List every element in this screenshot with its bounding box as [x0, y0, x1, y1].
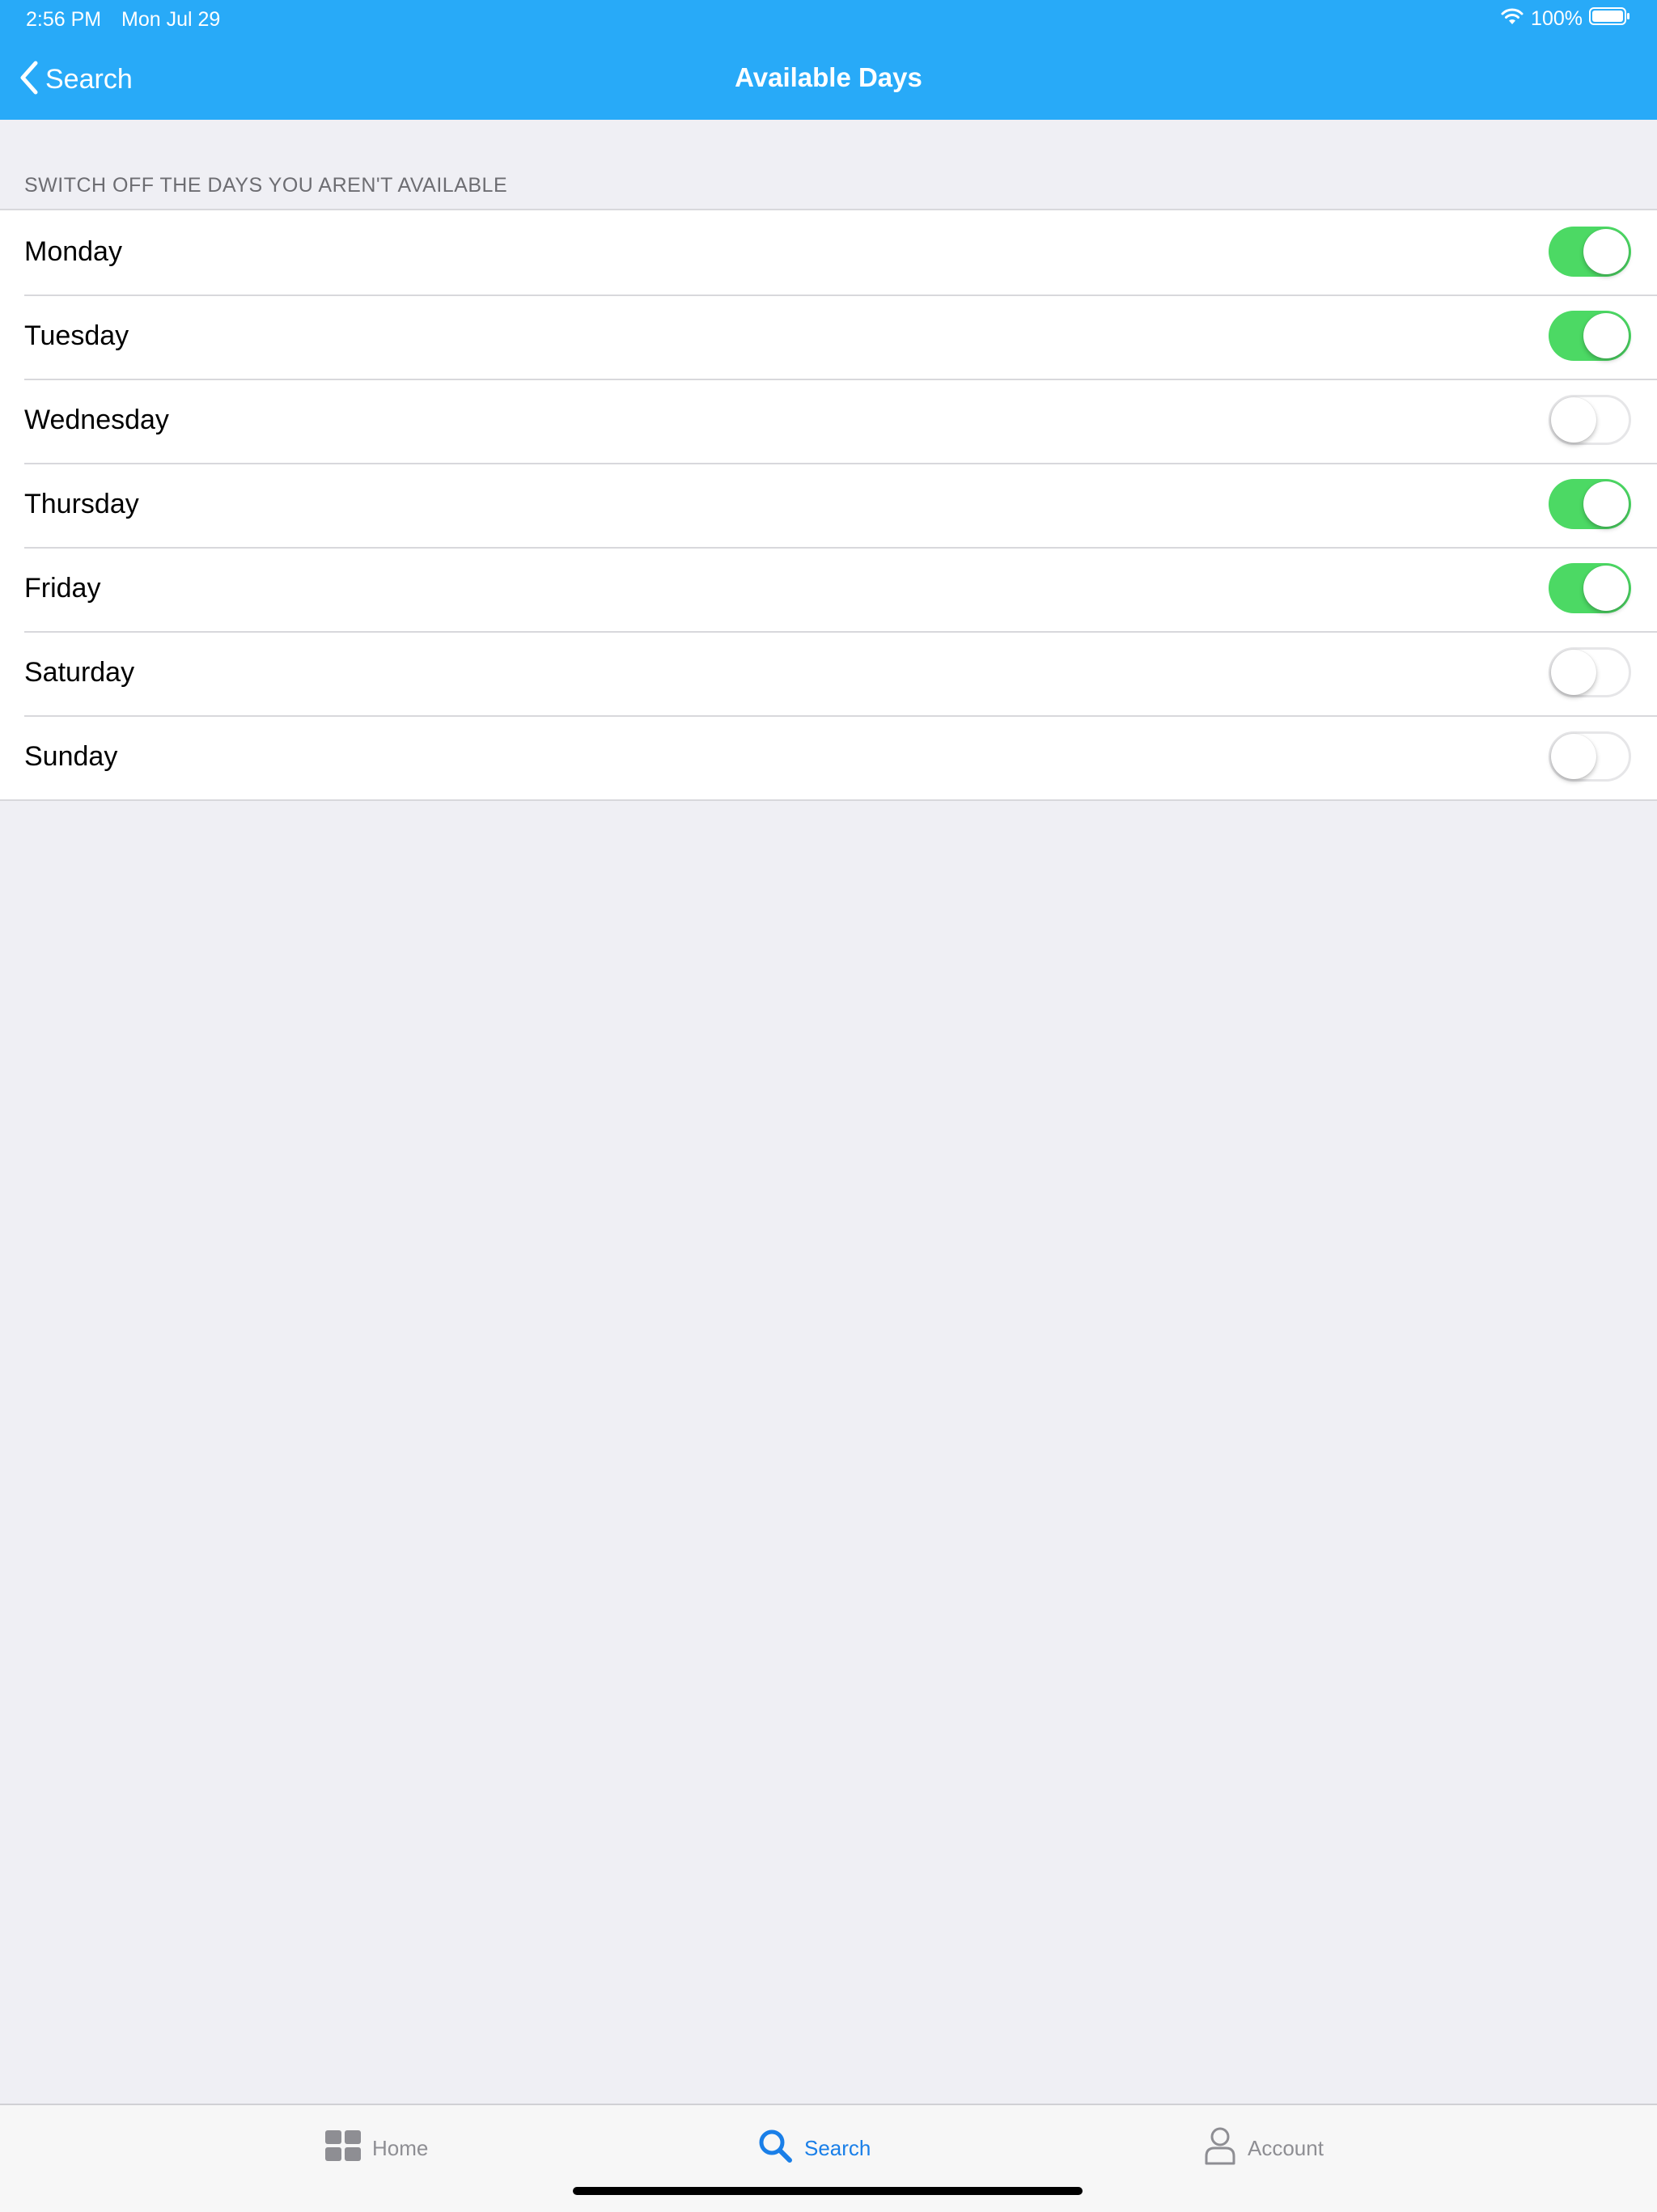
list-item-saturday: Saturday — [0, 631, 1657, 715]
day-label: Sunday — [24, 741, 118, 772]
day-label: Tuesday — [24, 320, 129, 351]
tab-home[interactable]: Home — [325, 2128, 428, 2168]
tab-search[interactable]: Search — [757, 2128, 871, 2168]
sunday-toggle[interactable] — [1549, 731, 1631, 782]
list-item-monday: Monday — [0, 210, 1657, 295]
wifi-icon — [1500, 6, 1524, 32]
tab-home-label: Home — [372, 2135, 429, 2160]
toggle-knob — [1551, 734, 1596, 779]
status-time: 2:56 PM — [26, 8, 102, 31]
battery-icon — [1589, 6, 1631, 32]
battery-percent: 100% — [1531, 7, 1583, 30]
list-item-tuesday: Tuesday — [0, 295, 1657, 379]
day-label: Monday — [24, 236, 122, 267]
toggle-knob — [1551, 650, 1596, 695]
section-header: SWITCH OFF THE DAYS YOU AREN'T AVAILABLE — [24, 174, 508, 197]
tab-account[interactable]: Account — [1204, 2126, 1324, 2171]
day-label: Thursday — [24, 489, 139, 519]
search-icon — [757, 2128, 793, 2169]
day-label: Friday — [24, 573, 101, 604]
tab-search-label: Search — [804, 2135, 871, 2160]
toggle-knob — [1551, 397, 1596, 443]
navigation-bar: Search Available Days — [0, 40, 1657, 120]
list-item-wednesday: Wednesday — [0, 379, 1657, 463]
status-indicators: 100% — [1500, 6, 1631, 32]
day-label: Wednesday — [24, 405, 169, 435]
days-list: Monday Tuesday Wednesday Thursday Friday… — [0, 209, 1657, 801]
page-title: Available Days — [735, 62, 922, 92]
person-icon — [1204, 2126, 1236, 2171]
tab-bar: Home Search Account — [0, 2104, 1657, 2212]
status-bar: 2:56 PM Mon Jul 29 100% — [0, 0, 1657, 40]
toggle-knob — [1583, 481, 1629, 527]
toggle-knob — [1583, 229, 1629, 274]
list-item-thursday: Thursday — [0, 463, 1657, 547]
toggle-knob — [1583, 313, 1629, 358]
day-label: Saturday — [24, 657, 135, 688]
monday-toggle[interactable] — [1549, 227, 1631, 277]
tab-account-label: Account — [1248, 2135, 1324, 2160]
status-date: Mon Jul 29 — [121, 8, 221, 31]
list-item-sunday: Sunday — [0, 715, 1657, 799]
toggle-knob — [1583, 566, 1629, 611]
list-item-friday: Friday — [0, 547, 1657, 631]
tuesday-toggle[interactable] — [1549, 311, 1631, 361]
thursday-toggle[interactable] — [1549, 479, 1631, 529]
home-indicator — [573, 2187, 1083, 2195]
friday-toggle[interactable] — [1549, 563, 1631, 613]
wednesday-toggle[interactable] — [1549, 395, 1631, 445]
saturday-toggle[interactable] — [1549, 647, 1631, 697]
grid-icon — [325, 2129, 361, 2167]
